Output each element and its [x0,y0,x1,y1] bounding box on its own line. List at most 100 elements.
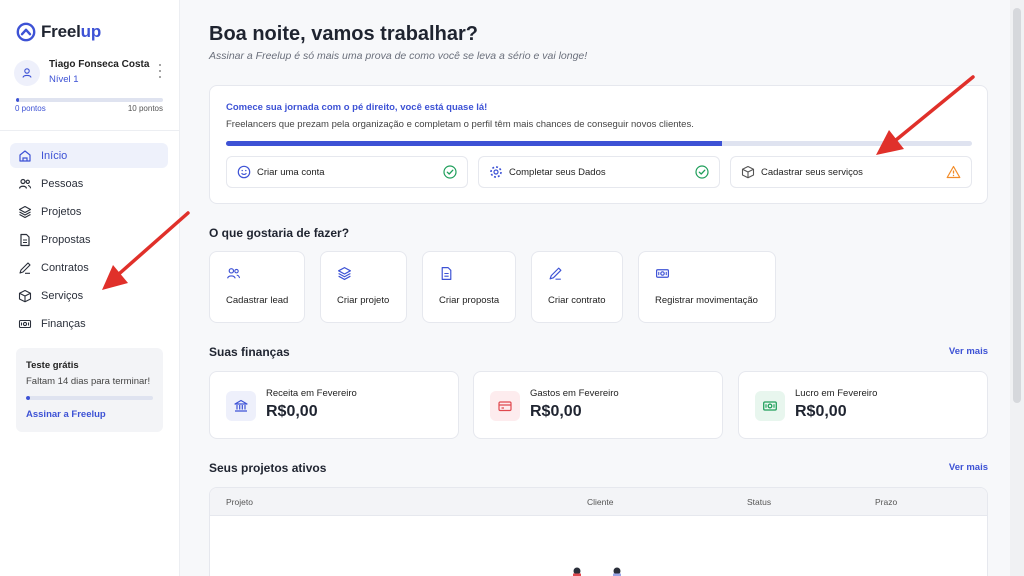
points-min-label: 0 pontos [15,104,46,113]
trial-progress-bar [26,396,153,400]
layers-icon [18,205,32,218]
finance-value: R$0,00 [266,403,318,420]
column-header-status[interactable]: Status [747,497,771,507]
scrollbar[interactable] [1010,0,1024,576]
sidebar-item-label: Pessoas [41,177,84,190]
money-icon [18,319,32,328]
sidebar-item-contratos[interactable]: Contratos [10,255,168,280]
finance-label: Receita em Fevereiro [266,388,357,399]
trial-subtitle: Faltam 14 dias para terminar! [26,376,151,387]
sidebar-item-label: Serviços [41,289,84,302]
sidebar-item-pessoas[interactable]: Pessoas [10,171,168,196]
user-name: Tiago Fonseca Costa [49,59,150,70]
person-illustration [573,567,581,576]
column-header-projeto[interactable]: Projeto [226,497,253,507]
subscribe-link[interactable]: Assinar a Freelup [26,409,106,420]
logo-text: Freelup [41,22,102,41]
action-registrar-movimentacao[interactable]: Registrar movimentação [638,251,776,323]
pen-icon [549,267,562,280]
finance-label: Gastos em Fevereiro [530,388,619,399]
user-level: Nível 1 [49,74,79,85]
home-icon [19,149,31,162]
sidebar-item-propostas[interactable]: Propostas [10,227,168,252]
step-complete-data[interactable]: Completar seus Dados [478,156,720,188]
users-icon [227,268,241,279]
onboarding-subtitle: Freelancers que prezam pela organização … [226,119,694,130]
pen-icon [19,261,31,274]
action-label: Cadastrar lead [226,295,289,306]
finance-card-profit[interactable]: Lucro em Fevereiro R$0,00 [738,371,988,439]
box-icon [741,165,755,179]
check-circle-icon [695,165,709,179]
projects-table: Projeto Cliente Status Prazo [209,487,988,576]
trial-title: Teste grátis [26,360,79,371]
logo-icon [16,22,36,42]
finances-title: Suas finanças [209,345,290,359]
scrollbar-thumb[interactable] [1013,8,1021,403]
gear-icon [490,166,502,178]
page-subtitle: Assinar a Freelup é só mais uma prova de… [209,50,588,62]
column-header-prazo[interactable]: Prazo [875,497,897,507]
sidebar-item-projetos[interactable]: Projetos [10,199,168,224]
check-circle-icon [443,165,457,179]
document-icon [20,233,30,246]
table-header: Projeto Cliente Status Prazo [210,488,987,516]
finance-value: R$0,00 [530,403,582,420]
warning-icon [946,165,961,179]
onboarding-card: Comece sua jornada com o pé direito, voc… [209,85,988,204]
projects-see-more-link[interactable]: Ver mais [949,462,988,473]
more-options-icon[interactable] [156,64,164,78]
sidebar-item-label: Finanças [41,317,86,330]
logo[interactable]: Freelup [16,22,101,42]
credit-card-icon [490,391,520,421]
step-label: Criar uma conta [257,166,325,178]
action-criar-contrato[interactable]: Criar contrato [531,251,623,323]
sidebar: Freelup Tiago Fonseca Costa Nível 1 0 po… [0,0,180,576]
sidebar-item-financas[interactable]: Finanças [10,311,168,336]
box-icon [18,289,32,302]
main-content: Boa noite, vamos trabalhar? Assinar a Fr… [180,0,1010,576]
action-label: Registrar movimentação [655,295,758,306]
person-illustration [613,567,621,576]
page-title: Boa noite, vamos trabalhar? [209,23,478,45]
action-label: Criar proposta [439,295,500,306]
sidebar-nav: Início Pessoas Projetos Propostas Contra… [10,143,168,339]
sidebar-item-servicos[interactable]: Serviços [10,283,168,308]
trial-card: Teste grátis Faltam 14 dias para termina… [16,348,163,432]
finance-label: Lucro em Fevereiro [795,388,878,399]
action-label: Criar projeto [337,295,390,306]
action-cadastrar-lead[interactable]: Cadastrar lead [209,251,305,323]
points-progress-bar [16,98,163,102]
sidebar-item-label: Propostas [41,233,91,246]
layers-icon [338,267,351,281]
document-icon [441,267,452,280]
onboarding-progress-bar [226,141,972,146]
money-icon [755,391,785,421]
divider [0,130,179,131]
avatar [14,60,40,86]
sidebar-item-label: Projetos [41,205,82,218]
finance-card-expenses[interactable]: Gastos em Fevereiro R$0,00 [473,371,723,439]
step-create-account[interactable]: Criar uma conta [226,156,468,188]
finance-card-revenue[interactable]: Receita em Fevereiro R$0,00 [209,371,459,439]
action-criar-proposta[interactable]: Criar proposta [422,251,516,323]
smile-icon [237,165,251,179]
action-label: Criar contrato [548,295,606,306]
step-label: Completar seus Dados [509,166,606,178]
onboarding-title: Comece sua jornada com o pé direito, voc… [226,102,488,113]
finance-value: R$0,00 [795,403,847,420]
sidebar-item-inicio[interactable]: Início [10,143,168,168]
user-icon [22,68,32,78]
sidebar-item-label: Contratos [41,261,89,274]
action-criar-projeto[interactable]: Criar projeto [320,251,407,323]
column-header-cliente[interactable]: Cliente [587,497,613,507]
points-max-label: 10 pontos [127,104,163,113]
sidebar-item-label: Início [41,149,68,162]
user-profile[interactable]: Tiago Fonseca Costa Nível 1 [14,58,166,90]
finances-see-more-link[interactable]: Ver mais [949,346,988,357]
users-icon [18,178,32,189]
actions-title: O que gostaria de fazer? [209,226,350,240]
step-register-services[interactable]: Cadastrar seus serviços [730,156,972,188]
bank-icon [226,391,256,421]
step-label: Cadastrar seus serviços [761,166,863,178]
